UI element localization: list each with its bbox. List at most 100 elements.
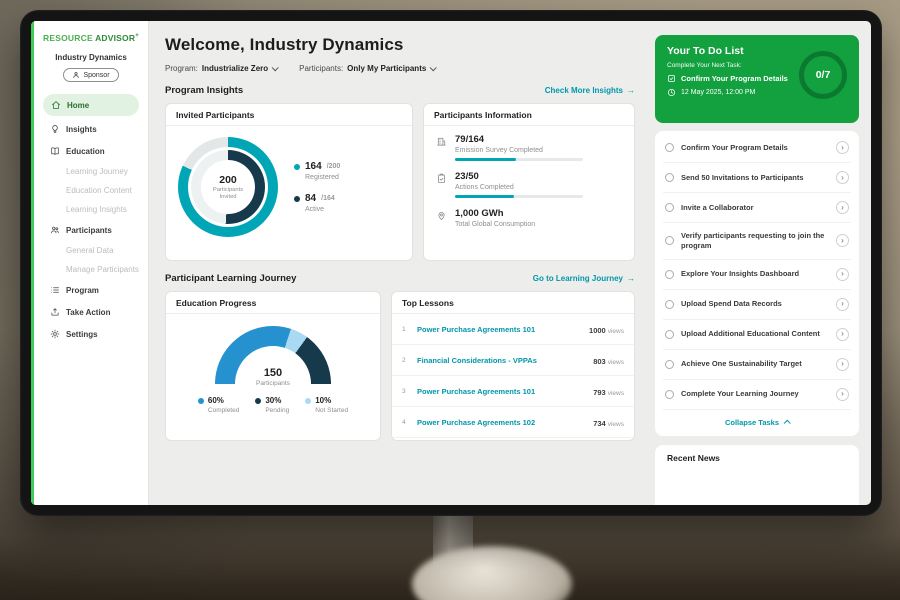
check-more-insights-link[interactable]: Check More Insights → (545, 86, 635, 95)
not-started-label: Not Started (315, 407, 348, 414)
chevron-right-icon[interactable]: › (836, 171, 849, 184)
invited-legend: 164/200 Registered 84/164 Active (294, 161, 340, 213)
sidebar-item-label: Learning Insights (66, 205, 127, 214)
sidebar-item-education-content[interactable]: Education Content (34, 181, 148, 200)
task-label: Upload Additional Educational Content (681, 329, 829, 339)
completed-pct: 60% (208, 396, 224, 405)
sidebar-item-learning-journey[interactable]: Learning Journey (34, 162, 148, 181)
sidebar-nav: Home Insights Education Learning Journey… (34, 94, 148, 345)
info-row-consumption: 1,000 GWh Total Global Consumption (424, 200, 634, 234)
chevron-up-icon (784, 419, 791, 426)
legend-pending: 30% Pending (255, 396, 289, 414)
task-row[interactable]: Confirm Your Program Details› (663, 133, 851, 163)
book-icon (50, 146, 60, 156)
task-row[interactable]: Complete Your Learning Journey› (663, 380, 851, 410)
org-name: Industry Dynamics (34, 53, 148, 62)
task-checkbox[interactable] (665, 236, 674, 245)
completed-label: Completed (208, 407, 239, 414)
todo-task-list: Confirm Your Program Details› Send 50 In… (655, 131, 859, 436)
chevron-right-icon[interactable]: › (836, 234, 849, 247)
task-checkbox[interactable] (665, 360, 674, 369)
list-icon (50, 285, 60, 295)
sidebar-item-label: Take Action (66, 308, 110, 317)
sidebar-item-manage-participants[interactable]: Manage Participants (34, 260, 148, 279)
sidebar-item-label: Program (66, 286, 99, 295)
sidebar-item-program[interactable]: Program (34, 279, 148, 301)
chevron-right-icon[interactable]: › (836, 358, 849, 371)
recent-news-card: Recent News (655, 445, 859, 506)
invited-donut-chart: 200 Participants Invited (178, 137, 278, 237)
legend-not-started: 10% Not Started (305, 396, 348, 414)
invited-center-label: Participants Invited (206, 187, 250, 200)
arrow-right-icon: → (627, 274, 635, 283)
lesson-row: 5 Power Purchase Agreements 103 600views (392, 438, 634, 441)
task-checkbox[interactable] (665, 143, 674, 152)
collapse-tasks-link[interactable]: Collapse Tasks (663, 410, 851, 432)
chevron-right-icon[interactable]: › (836, 141, 849, 154)
active-dot (294, 196, 300, 202)
task-row[interactable]: Upload Spend Data Records› (663, 290, 851, 320)
actions-value: 23/50 (455, 171, 583, 182)
participants-information-card: Participants Information 79/164 Emission… (423, 103, 635, 261)
lesson-link[interactable]: Power Purchase Agreements 101 (417, 387, 586, 396)
actions-label: Actions Completed (455, 184, 583, 191)
participants-filter-value: Only My Participants (347, 64, 426, 73)
education-legend: 60% Completed 30% Pending 10% Not Starte… (176, 396, 370, 414)
not-started-dot (305, 398, 311, 404)
task-label: Verify participants requesting to join t… (681, 231, 829, 251)
chevron-right-icon[interactable]: › (836, 388, 849, 401)
lesson-link[interactable]: Power Purchase Agreements 102 (417, 418, 586, 427)
sidebar-item-label: Insights (66, 125, 97, 134)
task-checkbox[interactable] (665, 203, 674, 212)
clock-icon (667, 88, 676, 97)
chevron-right-icon[interactable]: › (836, 201, 849, 214)
task-checkbox[interactable] (665, 300, 674, 309)
lesson-link[interactable]: Financial Considerations - VPPAs (417, 356, 586, 365)
chevron-right-icon[interactable]: › (836, 268, 849, 281)
task-checkbox[interactable] (665, 270, 674, 279)
go-to-learning-journey-link[interactable]: Go to Learning Journey → (533, 274, 635, 283)
lesson-row: 4 Power Purchase Agreements 102 734views (392, 407, 634, 438)
task-label: Explore Your Insights Dashboard (681, 269, 829, 279)
program-filter[interactable]: Program: Industrialize Zero (165, 64, 277, 73)
task-checkbox[interactable] (665, 390, 674, 399)
sidebar-item-participants[interactable]: Participants (34, 219, 148, 241)
task-checkbox[interactable] (665, 173, 674, 182)
sidebar-item-general-data[interactable]: General Data (34, 241, 148, 260)
brand-resource: RESOURCE (43, 33, 93, 43)
page-title: Welcome, Industry Dynamics (165, 35, 635, 55)
task-row[interactable]: Upload Additional Educational Content › (663, 320, 851, 350)
lesson-views-word: views (608, 328, 624, 335)
sidebar-item-home[interactable]: Home (43, 94, 139, 116)
task-row[interactable]: Send 50 Invitations to Participants› (663, 163, 851, 193)
program-insights-header: Program Insights Check More Insights → (165, 85, 635, 96)
task-row[interactable]: Achieve One Sustainability Target› (663, 350, 851, 380)
chevron-right-icon[interactable]: › (836, 328, 849, 341)
sidebar-item-settings[interactable]: Settings (34, 323, 148, 345)
sidebar-item-education[interactable]: Education (34, 140, 148, 162)
invited-donut-center: 200 Participants Invited (201, 160, 255, 214)
arrow-right-icon: → (627, 86, 635, 95)
todo-due-label: 12 May 2025, 12:00 PM (681, 89, 755, 96)
info-row-actions: 23/50 Actions Completed (424, 163, 634, 200)
chevron-right-icon[interactable]: › (836, 298, 849, 311)
task-row[interactable]: Invite a Collaborator› (663, 193, 851, 223)
lesson-views-value: 1000 (589, 326, 606, 335)
education-progress-card: Education Progress 150 Participants (165, 291, 381, 441)
home-icon (51, 100, 61, 110)
task-row[interactable]: Verify participants requesting to join t… (663, 223, 851, 260)
sidebar-item-insights[interactable]: Insights (34, 118, 148, 140)
lesson-link[interactable]: Power Purchase Agreements 101 (417, 325, 582, 334)
lesson-views-word: views (608, 359, 624, 366)
not-started-pct: 10% (315, 396, 331, 405)
lesson-rank: 4 (402, 419, 410, 426)
chevron-down-icon (430, 64, 437, 71)
todo-rail: Your To Do List Complete Your Next Task:… (649, 21, 871, 505)
task-checkbox[interactable] (665, 330, 674, 339)
participants-filter-label: Participants: (299, 64, 343, 73)
gear-icon (50, 329, 60, 339)
sidebar-item-take-action[interactable]: Take Action (34, 301, 148, 323)
sidebar-item-learning-insights[interactable]: Learning Insights (34, 200, 148, 219)
participants-filter[interactable]: Participants: Only My Participants (299, 64, 435, 73)
task-row[interactable]: Explore Your Insights Dashboard › (663, 260, 851, 290)
